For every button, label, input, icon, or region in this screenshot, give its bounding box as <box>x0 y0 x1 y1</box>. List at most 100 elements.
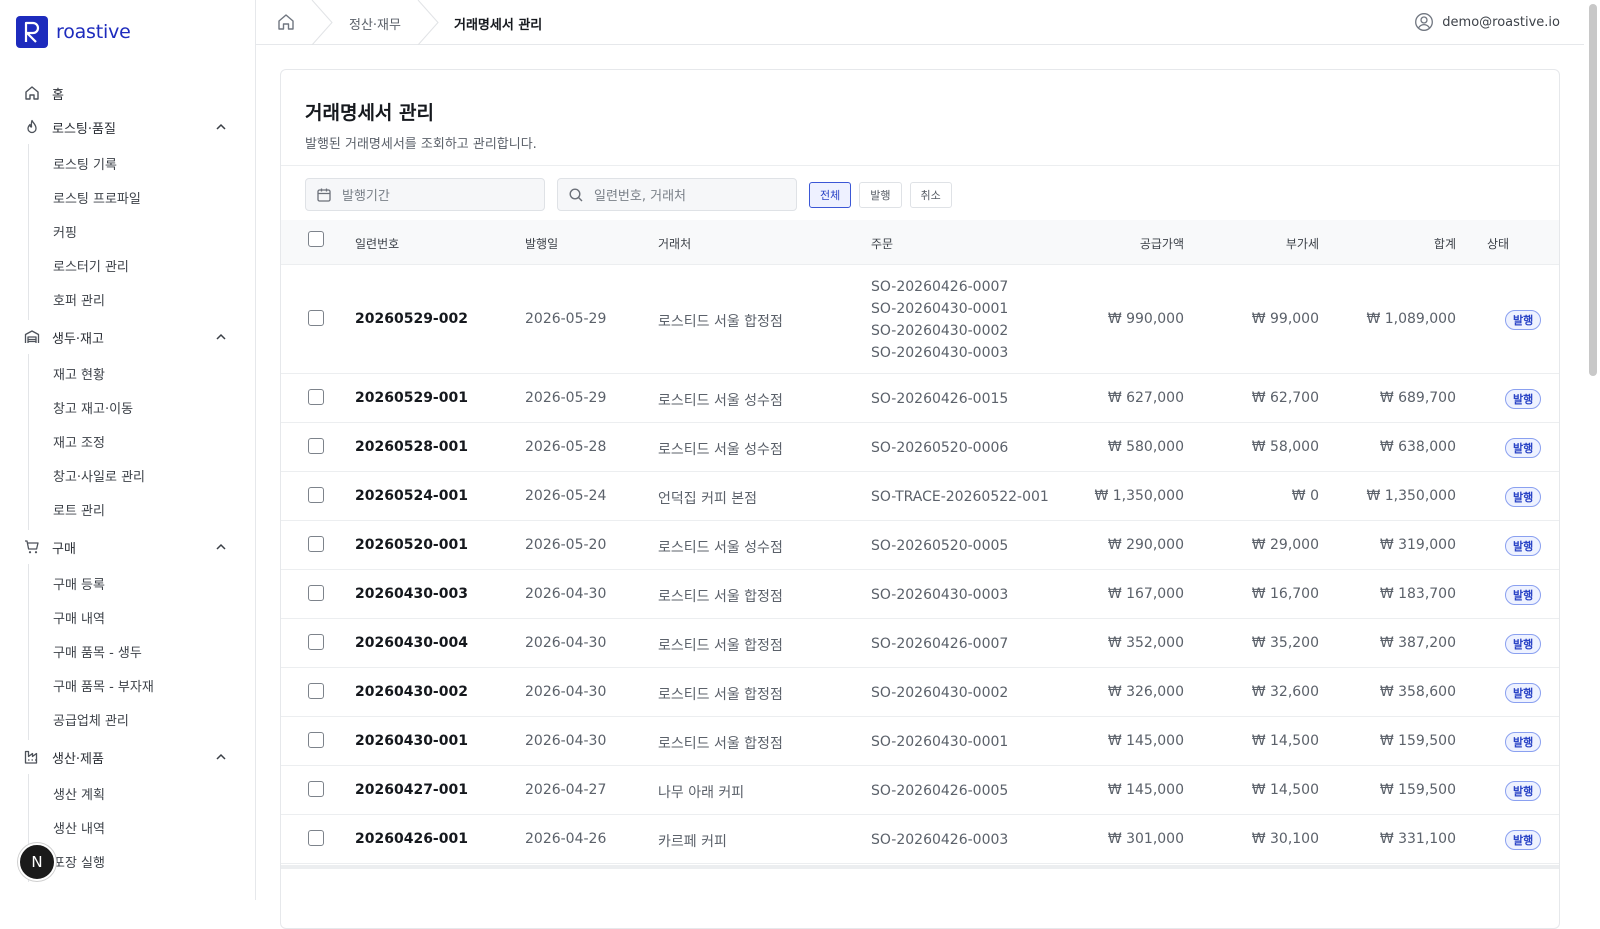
row-checkbox[interactable] <box>308 389 324 405</box>
order-number[interactable]: SO-20260520-0006 <box>871 437 1008 459</box>
sidebar-item-roasting-profile[interactable]: 로스팅 프로파일 <box>29 180 255 214</box>
table-row[interactable]: 20260430-002 2026-04-30 로스티드 서울 합정점 SO-2026… <box>281 668 1559 717</box>
filter-canceled-button[interactable]: 취소 <box>909 181 952 208</box>
sidebar: roastive 홈 로스팅·품질 로스팅 기록 로스팅 프로파일 커핑 로스터… <box>0 0 256 900</box>
sidebar-item-warehouse-transfer[interactable]: 창고 재고·이동 <box>29 390 255 424</box>
sidebar-item-production-plan[interactable]: 생산 계획 <box>29 776 255 810</box>
table-row[interactable]: 20260529-001 2026-05-29 로스티드 서울 성수점 SO-2026… <box>281 374 1559 423</box>
breadcrumb-item[interactable]: 정산·재무 <box>349 14 401 33</box>
sidebar-item-roasting-log[interactable]: 로스팅 기록 <box>29 146 255 180</box>
page-description: 발행된 거래명세서를 조회하고 관리합니다. <box>305 137 537 152</box>
order-number[interactable]: SO-20260426-0003 <box>871 829 1008 851</box>
col-total: 합계 <box>1433 237 1456 251</box>
row-checkbox[interactable] <box>308 438 324 454</box>
row-checkbox[interactable] <box>308 830 324 846</box>
sidebar-group-roasting[interactable]: 로스팅·품질 <box>0 110 255 144</box>
order-number[interactable]: SO-TRACE-20260522-001 <box>871 486 1049 508</box>
supply-amount: ₩ 290,000 <box>1107 537 1184 553</box>
total-amount: ₩ 387,200 <box>1379 635 1456 651</box>
select-all-checkbox[interactable] <box>308 231 324 247</box>
sidebar-item-purchase-history[interactable]: 구매 내역 <box>29 600 255 634</box>
sidebar-item-stock-adjust[interactable]: 재고 조정 <box>29 424 255 458</box>
cart-icon <box>24 539 40 555</box>
order-list: SO-20260426-0015 <box>871 388 1008 410</box>
sidebar-item-supplier-manage[interactable]: 공급업체 관리 <box>29 702 255 736</box>
col-vat: 부가세 <box>1285 237 1319 251</box>
sidebar-item-hopper-manage[interactable]: 호퍼 관리 <box>29 282 255 316</box>
sidebar-item-roaster-manage[interactable]: 로스터기 관리 <box>29 248 255 282</box>
sidebar-item-stock-status[interactable]: 재고 현황 <box>29 356 255 390</box>
order-list: SO-20260426-0005 <box>871 780 1008 802</box>
vat-amount: ₩ 14,500 <box>1251 733 1319 749</box>
sidebar-item-production-history[interactable]: 생산 내역 <box>29 810 255 844</box>
sidebar-item-home[interactable]: 홈 <box>0 76 255 110</box>
order-number[interactable]: SO-20260430-0003 <box>871 342 1008 364</box>
sidebar-group-purchase[interactable]: 구매 <box>0 530 255 564</box>
factory-icon <box>24 749 40 765</box>
order-number[interactable]: SO-20260520-0005 <box>871 535 1008 557</box>
col-supply: 공급가액 <box>1139 237 1184 251</box>
search-input[interactable]: 일련번호, 거래처 <box>557 178 797 211</box>
table-row[interactable]: 20260524-001 2026-05-24 언덕집 커피 본점 SO-TRACE-… <box>281 472 1559 521</box>
table-row[interactable]: 20260529-002 2026-05-29 로스티드 서울 합정점 SO-2026… <box>281 265 1559 374</box>
order-number[interactable]: SO-20260430-0002 <box>871 682 1008 704</box>
sidebar-group-inventory[interactable]: 생두·재고 <box>0 320 255 354</box>
scrollbar-thumb[interactable] <box>1589 4 1597 376</box>
sidebar-group-production[interactable]: 생산·제품 <box>0 740 255 774</box>
issue-date: 2026-05-20 <box>525 537 607 553</box>
serial-number: 20260528-001 <box>355 439 468 455</box>
order-number[interactable]: SO-20260426-0007 <box>871 633 1008 655</box>
sidebar-item-cupping[interactable]: 커핑 <box>29 214 255 248</box>
client-name: 로스티드 서울 합정점 <box>658 638 783 654</box>
sidebar-item-purchase-greenbean[interactable]: 구매 품목 - 생두 <box>29 634 255 668</box>
issue-date: 2026-05-28 <box>525 439 607 455</box>
row-checkbox[interactable] <box>308 732 324 748</box>
issue-date: 2026-04-30 <box>525 684 607 700</box>
row-checkbox[interactable] <box>308 634 324 650</box>
filter-all-button[interactable]: 전체 <box>809 181 852 208</box>
floating-avatar[interactable]: N <box>18 843 56 881</box>
sidebar-item-purchase-register[interactable]: 구매 등록 <box>29 566 255 600</box>
sidebar-item-packaging-run[interactable]: 포장 실행 <box>29 844 255 878</box>
table-row[interactable]: 20260430-004 2026-04-30 로스티드 서울 합정점 SO-2026… <box>281 619 1559 668</box>
row-checkbox[interactable] <box>308 683 324 699</box>
row-checkbox[interactable] <box>308 487 324 503</box>
order-number[interactable]: SO-20260430-0002 <box>871 320 1008 342</box>
table-row[interactable]: 20260430-001 2026-04-30 로스티드 서울 합정점 SO-2026… <box>281 717 1559 766</box>
sidebar-item-silo-manage[interactable]: 창고·사일로 관리 <box>29 458 255 492</box>
issue-date: 2026-04-27 <box>525 782 607 798</box>
order-number[interactable]: SO-20260430-0001 <box>871 298 1008 320</box>
table-row[interactable]: 20260427-001 2026-04-27 나무 아래 커피 SO-2026042… <box>281 766 1559 815</box>
table-row[interactable]: 20260528-001 2026-05-28 로스티드 서울 성수점 SO-2026… <box>281 423 1559 472</box>
row-checkbox[interactable] <box>308 781 324 797</box>
user-menu[interactable]: demo@roastive.io <box>1414 12 1560 32</box>
flame-icon <box>24 119 40 135</box>
row-checkbox[interactable] <box>308 536 324 552</box>
sidebar-item-lot-manage[interactable]: 로트 관리 <box>29 492 255 526</box>
chevron-up-icon[interactable] <box>214 120 228 134</box>
row-checkbox[interactable] <box>308 310 324 326</box>
chevron-up-icon[interactable] <box>214 330 228 344</box>
page-scrollbar[interactable] <box>1584 0 1600 900</box>
table-row[interactable]: 20260430-003 2026-04-30 로스티드 서울 합정점 SO-2026… <box>281 570 1559 619</box>
order-number[interactable]: SO-20260430-0003 <box>871 584 1008 606</box>
row-checkbox[interactable] <box>308 585 324 601</box>
order-number[interactable]: SO-20260430-0001 <box>871 731 1008 753</box>
brand[interactable]: roastive <box>16 16 131 48</box>
order-number[interactable]: SO-20260426-0005 <box>871 780 1008 802</box>
chevron-up-icon[interactable] <box>214 750 228 764</box>
sidebar-item-label: 홈 <box>52 87 64 103</box>
order-number[interactable]: SO-20260426-0015 <box>871 388 1008 410</box>
date-range-picker[interactable]: 발행기간 <box>305 178 545 211</box>
filter-issued-button[interactable]: 발행 <box>859 181 902 208</box>
chevron-up-icon[interactable] <box>214 540 228 554</box>
table-row[interactable]: 20260520-001 2026-05-20 로스티드 서울 성수점 SO-2026… <box>281 521 1559 570</box>
search-placeholder: 일련번호, 거래처 <box>594 189 686 204</box>
col-client: 거래처 <box>658 237 692 251</box>
sidebar-item-purchase-supplies[interactable]: 구매 품목 - 부자재 <box>29 668 255 702</box>
home-icon[interactable] <box>276 12 296 32</box>
serial-number: 20260529-002 <box>355 311 468 327</box>
client-name: 로스티드 서울 성수점 <box>658 393 783 409</box>
table-row[interactable]: 20260426-001 2026-04-26 카르페 커피 SO-20260426-… <box>281 815 1559 864</box>
order-number[interactable]: SO-20260426-0007 <box>871 276 1008 298</box>
